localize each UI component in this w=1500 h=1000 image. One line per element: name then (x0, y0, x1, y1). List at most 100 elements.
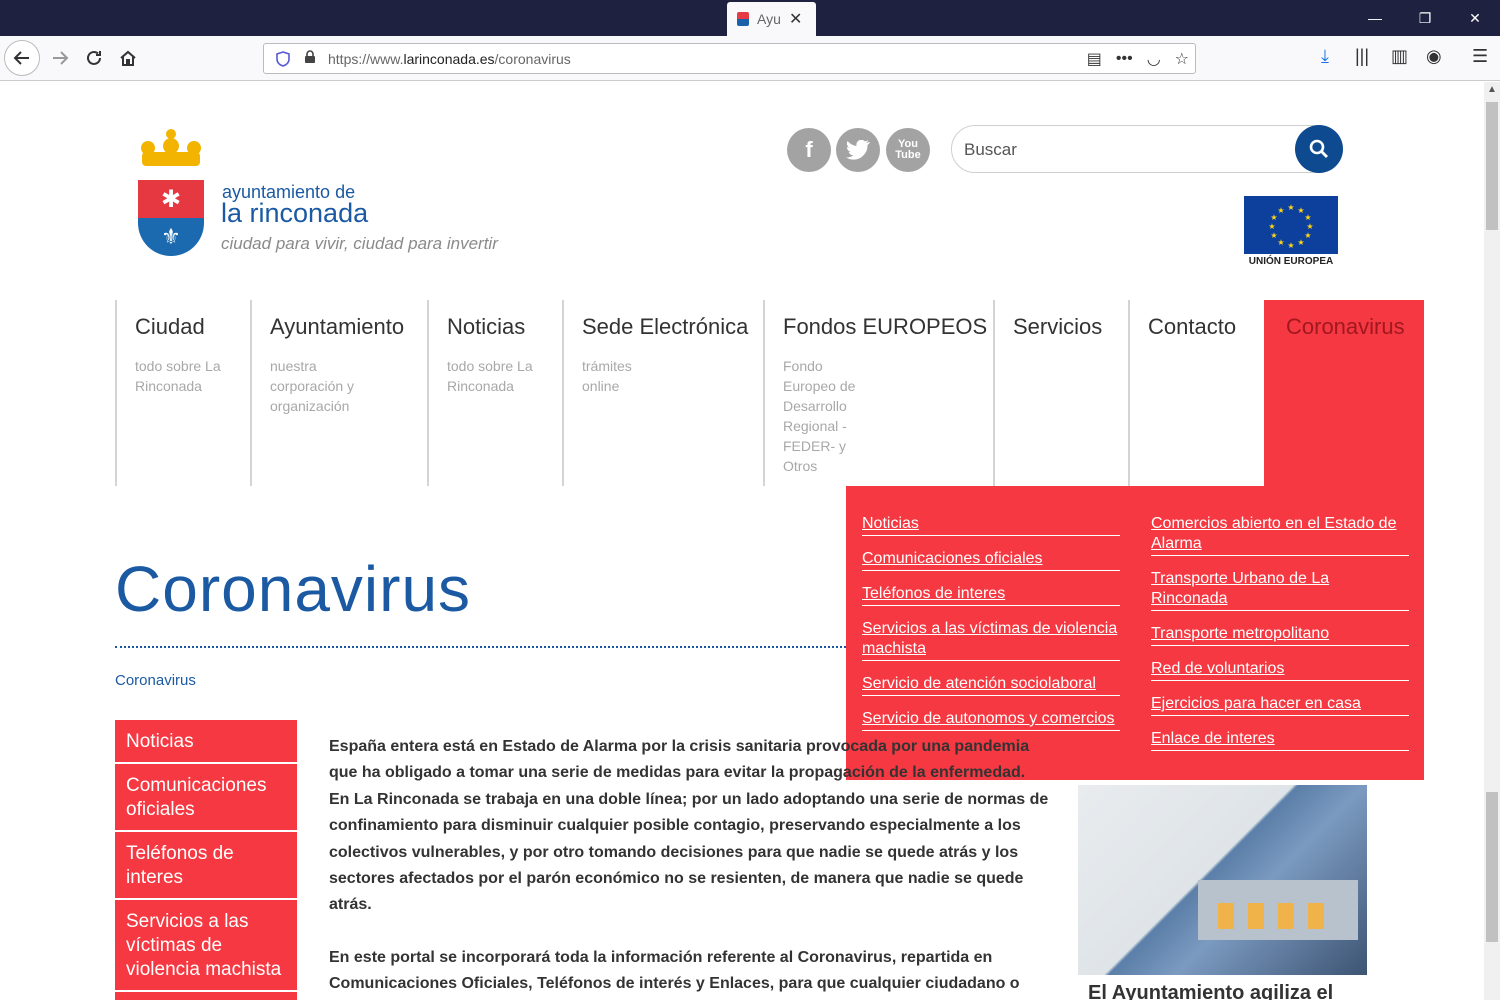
url-bar[interactable]: https://www.larinconada.es/coronavirus ▤… (263, 43, 1196, 74)
dropdown-link-autonomos[interactable]: Servicio de autonomos y comercios (862, 709, 1120, 731)
article-paragraph: En este portal se incorporará toda la in… (329, 948, 1020, 993)
close-window-icon[interactable]: ✕ (1450, 0, 1500, 36)
search-button[interactable] (1295, 125, 1343, 173)
lock-icon[interactable] (304, 50, 316, 67)
sidebar-item-comunicaciones[interactable]: Comunicaciones oficiales (115, 764, 297, 832)
tracking-shield-icon[interactable] (276, 50, 290, 67)
nav-item-servicios[interactable]: Servicios (993, 300, 1129, 486)
facebook-icon[interactable]: f (787, 128, 831, 172)
reader-view-icon[interactable]: ▤ (1087, 49, 1102, 69)
forward-icon[interactable] (42, 40, 78, 76)
scrollbar-thumb-lower[interactable] (1486, 792, 1498, 942)
dropdown-link-comercios[interactable]: Comercios abierto en el Estado de Alarma (1151, 514, 1409, 556)
dropdown-link-transporte-metropolitano[interactable]: Transporte metropolitano (1151, 624, 1409, 646)
dropdown-right-column: Comercios abierto en el Estado de Alarma… (1151, 514, 1409, 764)
nav-item-sede-electronica[interactable]: Sede Electrónica trámites online (562, 300, 764, 486)
home-icon[interactable] (110, 40, 146, 76)
nav-title: Sede Electrónica (582, 314, 749, 339)
pocket-icon[interactable]: ◡ (1147, 49, 1161, 69)
dropdown-left-column: Noticias Comunicaciones oficiales Teléfo… (862, 514, 1120, 744)
dropdown-link-sociolaboral[interactable]: Servicio de atención sociolaboral (862, 674, 1120, 696)
coat-of-arms-logo[interactable]: ✱ ⚜ (138, 180, 204, 256)
news-image[interactable] (1078, 785, 1367, 975)
section-sidebar: Noticias Comunicaciones oficiales Teléfo… (115, 720, 297, 1000)
svg-text:★: ★ (1268, 222, 1275, 231)
sidebar-item-violencia[interactable]: Servicios a las víctimas de violencia ma… (115, 900, 297, 992)
title-divider (115, 646, 846, 648)
browser-toolbar: https://www.larinconada.es/coronavirus ▤… (0, 36, 1500, 81)
window-decor (1278, 903, 1294, 929)
svg-text:★: ★ (1277, 238, 1284, 247)
eu-flag-icon[interactable]: ★ ★ ★ ★ ★ ★ ★ ★ ★ ★ ★ ★ (1244, 196, 1338, 254)
logo-line2[interactable]: la rinconada (221, 198, 368, 229)
svg-text:★: ★ (1270, 231, 1277, 240)
page-scrollbar[interactable]: ▲ (1484, 82, 1500, 1000)
star-icon: ✱ (138, 180, 204, 218)
search-icon (1309, 139, 1328, 158)
dropdown-link-telefonos[interactable]: Teléfonos de interes (862, 584, 1120, 606)
svg-text:★: ★ (1287, 203, 1294, 212)
svg-text:★: ★ (1277, 206, 1284, 215)
news-title[interactable]: El Ayuntamiento agiliza el (1088, 982, 1333, 1000)
nav-title: Contacto (1148, 314, 1237, 339)
nav-subtitle: Fondo Europeo de Desarrollo Regional -FE… (783, 358, 856, 474)
bookmark-star-icon[interactable]: ☆ (1175, 49, 1189, 69)
nav-item-noticias[interactable]: Noticias todo sobre La Rinconada (427, 300, 563, 486)
sidebar-item-noticias[interactable]: Noticias (115, 720, 297, 764)
nav-item-coronavirus[interactable]: Coronavirus (1264, 300, 1424, 486)
dropdown-link-voluntarios[interactable]: Red de voluntarios (1151, 659, 1409, 681)
dropdown-link-enlace[interactable]: Enlace de interes (1151, 729, 1409, 751)
svg-text:★: ★ (1304, 231, 1311, 240)
crown-logo-icon (138, 126, 204, 170)
eu-label: UNIÓN EUROPEA (1248, 256, 1334, 267)
downloads-icon[interactable]: ⤓ (1321, 46, 1329, 67)
nav-item-ayuntamiento[interactable]: Ayuntamiento nuestra corporación y organ… (250, 300, 428, 486)
library-icon[interactable]: ||| (1355, 46, 1369, 67)
dropdown-link-ejercicios[interactable]: Ejercicios para hacer en casa (1151, 694, 1409, 716)
nav-item-contacto[interactable]: Contacto (1128, 300, 1265, 486)
restore-icon[interactable]: ❐ (1400, 0, 1450, 36)
url-text: https://www.larinconada.es/coronavirus (328, 50, 571, 67)
browser-titlebar: Ayu ✕ — ❐ ✕ (0, 0, 1500, 36)
sidebar-item-more[interactable] (115, 992, 297, 1000)
more-actions-icon[interactable]: ••• (1116, 50, 1133, 68)
logo-tagline: ciudad para vivir, ciudad para invertir (221, 234, 498, 253)
dropdown-link-noticias[interactable]: Noticias (862, 514, 1120, 536)
search-input[interactable] (964, 136, 1284, 164)
dropdown-link-transporte-urbano[interactable]: Transporte Urbano de La Rinconada (1151, 569, 1409, 611)
sidebar-item-telefonos[interactable]: Teléfonos de interes (115, 832, 297, 900)
nav-subtitle: todo sobre La Rinconada (447, 358, 533, 394)
reload-icon[interactable] (76, 40, 112, 76)
fleur-de-lis-icon: ⚜ (138, 218, 204, 256)
back-icon[interactable] (4, 40, 40, 76)
minimize-icon[interactable]: — (1350, 0, 1400, 36)
twitter-icon[interactable] (836, 128, 880, 172)
tab-close-icon[interactable]: ✕ (789, 9, 802, 29)
window-decor (1218, 903, 1234, 929)
article-body: España entera está en Estado de Alarma p… (329, 734, 1049, 1000)
window-decor (1248, 903, 1264, 929)
nav-title: Ayuntamiento (270, 314, 405, 339)
scrollbar-thumb[interactable] (1486, 102, 1498, 230)
youtube-icon[interactable]: You Tube (886, 128, 930, 172)
nav-item-fondos-europeos[interactable]: Fondos EUROPEOS Fondo Europeo de Desarro… (763, 300, 994, 486)
svg-text:★: ★ (1297, 238, 1304, 247)
page-title: Coronavirus (115, 553, 472, 625)
nav-subtitle: nuestra corporación y organización (270, 358, 355, 414)
nav-title: Ciudad (135, 314, 205, 339)
menu-icon[interactable]: ☰ (1472, 46, 1488, 67)
scroll-up-icon[interactable]: ▲ (1484, 82, 1500, 98)
dropdown-link-violencia[interactable]: Servicios a las víctimas de violencia ma… (862, 619, 1120, 661)
window-decor (1308, 903, 1324, 929)
nav-item-ciudad[interactable]: Ciudad todo sobre La Rinconada (115, 300, 251, 486)
account-icon[interactable]: ◉ (1426, 46, 1442, 67)
svg-text:★: ★ (1304, 213, 1311, 222)
search-box (951, 125, 1343, 173)
browser-tab[interactable]: Ayu ✕ (727, 2, 816, 36)
nav-title: Coronavirus (1286, 314, 1405, 339)
tab-title: Ayu (757, 11, 781, 27)
sidebar-toggle-icon[interactable]: ▥ (1391, 46, 1408, 67)
article-paragraph: España entera está en Estado de Alarma p… (329, 738, 1049, 914)
breadcrumb[interactable]: Coronavirus (115, 672, 196, 689)
dropdown-link-comunicaciones[interactable]: Comunicaciones oficiales (862, 549, 1120, 571)
